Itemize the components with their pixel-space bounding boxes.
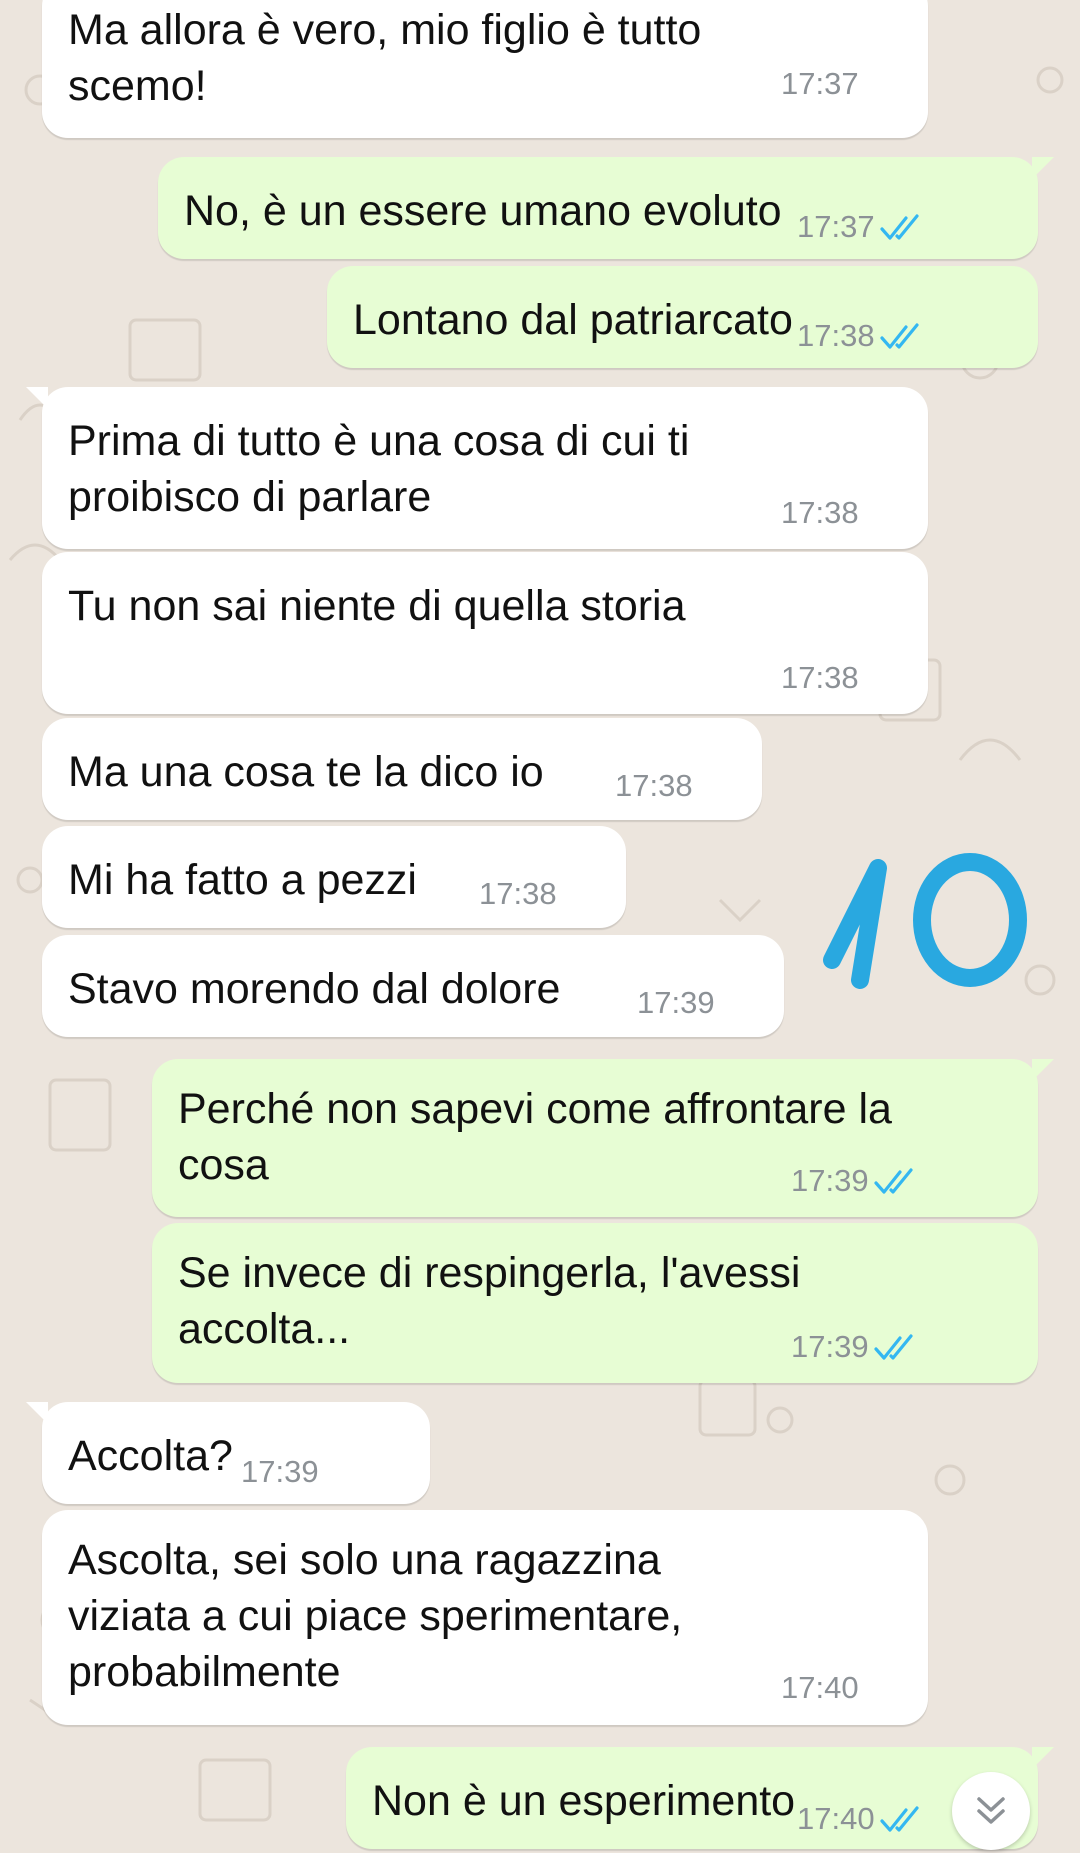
double-chevron-down-icon <box>977 1797 1005 1824</box>
message-text: Mi ha fatto a pezzi <box>68 856 417 904</box>
double-check-icon <box>880 323 919 349</box>
message-timestamp: 17:39 <box>637 985 715 1020</box>
message-text: Ascolta, sei solo una ragazzina viziata … <box>68 1536 683 1696</box>
outgoing-message-bubble[interactable]: No, è un essere umano evoluto 17:37 <box>158 157 1038 259</box>
message-text: Lontano dal patriarcato <box>353 296 793 344</box>
double-check-icon <box>880 214 919 240</box>
message-timestamp: 17:37 <box>781 66 859 101</box>
double-check-icon <box>880 1806 919 1832</box>
incoming-message-bubble[interactable]: Ascolta, sei solo una ragazzina viziata … <box>42 1510 928 1725</box>
outgoing-message-bubble[interactable]: Non è un esperimento 17:40 <box>346 1747 1038 1849</box>
message-timestamp: 17:38 <box>781 660 859 695</box>
message-timestamp: 17:38 <box>781 495 859 530</box>
message-text: Non è un esperimento <box>372 1777 796 1825</box>
message-text: Prima di tutto è una cosa di cui ti proi… <box>68 417 690 521</box>
message-timestamp: 17:39 <box>791 1329 869 1364</box>
handwritten-annotation <box>823 853 1027 989</box>
incoming-message-bubble[interactable]: Accolta? 17:39 <box>42 1402 430 1504</box>
message-text: Tu non sai niente di quella storia <box>68 582 686 630</box>
message-text: Ma allora è vero, mio figlio è tutto sce… <box>68 6 702 110</box>
message-timestamp: 17:37 <box>797 209 875 244</box>
bubble-tail <box>26 1402 48 1424</box>
message-timestamp: 17:38 <box>479 876 557 911</box>
bubble-tail <box>1032 157 1054 179</box>
message-timestamp: 17:40 <box>781 1670 859 1705</box>
message-timestamp: 17:39 <box>791 1163 869 1198</box>
message-timestamp: 17:38 <box>797 318 875 353</box>
double-check-icon <box>874 1334 913 1360</box>
message-timestamp: 17:39 <box>241 1454 319 1489</box>
message-text: Stavo morendo dal dolore <box>68 965 561 1013</box>
incoming-message-bubble[interactable]: Ma una cosa te la dico io 17:38 <box>42 718 762 820</box>
double-check-icon <box>874 1168 913 1194</box>
outgoing-message-bubble[interactable]: Perché non sapevi come affrontare la cos… <box>152 1059 1038 1217</box>
bubble-tail <box>1032 1059 1054 1081</box>
message-timestamp: 17:40 <box>797 1801 875 1836</box>
incoming-message-bubble[interactable]: Mi ha fatto a pezzi 17:38 <box>42 826 626 928</box>
bubble-tail <box>1032 1747 1054 1769</box>
message-text: Perché non sapevi come affrontare la cos… <box>178 1085 892 1189</box>
message-timestamp: 17:38 <box>615 768 693 803</box>
message-text: Accolta? <box>68 1432 233 1480</box>
message-text: No, è un essere umano evoluto <box>184 187 782 235</box>
bubble-tail <box>26 387 48 409</box>
scroll-to-bottom-button[interactable] <box>952 1772 1030 1850</box>
incoming-message-bubble[interactable]: Ma allora è vero, mio figlio è tutto sce… <box>42 0 928 138</box>
incoming-message-bubble[interactable]: Stavo morendo dal dolore 17:39 <box>42 935 784 1037</box>
message-text: Se invece di respingerla, l'avessi accol… <box>178 1249 801 1353</box>
outgoing-message-bubble[interactable]: Lontano dal patriarcato 17:38 <box>327 266 1038 368</box>
incoming-message-bubble[interactable]: Prima di tutto è una cosa di cui ti proi… <box>42 387 928 549</box>
message-text: Ma una cosa te la dico io <box>68 748 544 796</box>
outgoing-message-bubble[interactable]: Se invece di respingerla, l'avessi accol… <box>152 1223 1038 1383</box>
incoming-message-bubble[interactable]: Tu non sai niente di quella storia 17:38 <box>42 552 928 714</box>
